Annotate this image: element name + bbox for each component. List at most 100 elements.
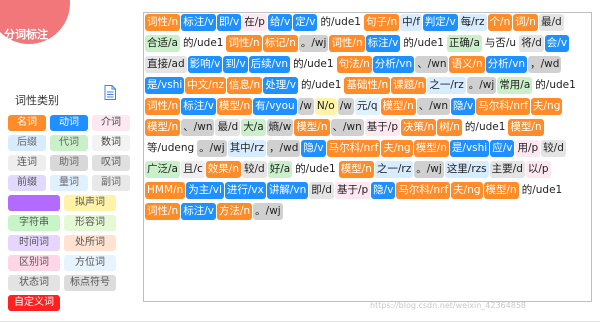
word-token[interactable]: 效果/n [205,161,241,178]
word-token[interactable]: 标注/v [181,98,216,115]
word-token[interactable]: 后续/vn [248,56,291,73]
word-token[interactable]: 个/n [487,14,513,31]
word-token[interactable]: 以/p [525,161,551,178]
word-token[interactable]: 模型/n [483,182,519,199]
word-token[interactable]: 决策/n [401,119,437,136]
word-token[interactable]: 用/p [515,140,541,157]
word-token[interactable]: 常用/a [497,77,533,94]
word-token[interactable]: 隐/v [371,182,396,199]
legend-chip[interactable]: 代词 [50,135,88,151]
word-token[interactable]: ，/wd [528,56,562,73]
legend-chip[interactable]: 处所词 [64,235,116,251]
word-token[interactable]: 词性/n [145,203,181,220]
word-token[interactable]: 之一/rz [374,161,414,178]
word-token[interactable]: 到/v [223,56,248,73]
legend-chip[interactable]: 字符串 [8,215,60,231]
word-token[interactable]: 每/rz [458,14,487,31]
word-token[interactable]: 词性/n [145,14,181,31]
word-token[interactable]: 这里/rzs [444,161,489,178]
word-token[interactable]: 大/a [241,119,266,136]
word-token[interactable]: 。/wj [466,77,497,94]
word-token[interactable]: 有/vyou [253,98,297,115]
word-token[interactable]: 较/d [541,140,566,157]
word-token[interactable]: 、/wn [416,98,451,115]
word-token[interactable]: 词性/n [226,35,262,52]
word-token[interactable]: 标注/v [365,35,401,52]
word-token[interactable]: 之一/rz [427,77,466,94]
word-token[interactable]: 句子/n [363,14,400,31]
word-token[interactable]: 模型/n [413,140,449,157]
word-token[interactable]: 最/d [215,119,241,136]
word-token[interactable]: 最/d [538,14,564,31]
legend-chip[interactable]: 助词 [50,155,88,171]
word-token[interactable]: N/o [314,98,337,115]
word-token[interactable]: 进行/vx [224,182,266,199]
annotation-panel[interactable]: 词性/n 标注/v 即/v 在/p 给/v 定/v 的/ude1 句子/n 中/f 判定/v 每/r… [143,12,592,302]
word-token[interactable]: 标记/n [262,35,298,52]
word-token[interactable]: 词性/n [145,98,181,115]
legend-chip[interactable]: 自定义词 [8,295,60,311]
word-token[interactable]: 。/wj [298,35,329,52]
word-token[interactable]: 较/d [242,161,267,178]
word-token[interactable]: 。/wj [253,203,283,220]
word-token[interactable]: 直接/ad [145,56,187,73]
word-token[interactable]: 好/a [267,161,293,178]
word-token[interactable]: 将/d [519,35,544,52]
word-token[interactable]: 、/wn [181,119,215,136]
word-token[interactable]: 课题/n [391,77,427,94]
word-token[interactable]: 会/v [544,35,570,52]
word-token[interactable]: 基于/p [364,119,400,136]
legend-chip[interactable]: 时间词 [8,235,60,251]
word-token[interactable]: 语义/n [449,56,485,73]
word-token[interactable]: 模型/n [216,98,253,115]
word-token[interactable]: 判定/v [422,14,458,31]
word-token[interactable]: 模型/n [508,119,544,136]
word-token[interactable]: 合适/a [145,35,180,52]
word-token[interactable]: 的/ude1 [519,182,565,199]
word-token[interactable]: 的/ude1 [298,77,344,94]
legend-chip[interactable]: 数词 [92,135,130,151]
word-token[interactable]: 的/ude1 [533,77,578,94]
legend-chip[interactable] [8,195,60,211]
word-token[interactable]: 。/wj [197,140,227,157]
word-token[interactable]: 夫/ng [531,98,563,115]
word-token[interactable]: 的/ude1 [293,161,338,178]
word-token[interactable]: 词性/n [329,35,365,52]
word-token[interactable]: 等/udeng [145,140,197,157]
word-token[interactable]: 的/ude1 [180,35,226,52]
word-token[interactable]: 分析/vn [372,56,415,73]
word-token[interactable]: 中/f [400,14,422,31]
word-token[interactable]: 给/v [267,14,293,31]
word-token[interactable]: HMM/n [145,182,186,199]
legend-chip[interactable]: 后缀 [8,135,46,151]
word-token[interactable]: 且/c [180,161,205,178]
word-token[interactable]: 即/v [216,14,242,31]
word-token[interactable]: 模型/n [145,119,181,136]
legend-chip[interactable]: 区别词 [8,255,60,271]
word-token[interactable]: 熵/w [266,119,294,136]
word-token[interactable]: 基础性/n [344,77,391,94]
legend-chip[interactable]: 动词 [50,115,88,131]
legend-chip[interactable]: 状态词 [8,275,60,291]
word-token[interactable]: 正确/a [446,35,482,52]
legend-chip[interactable]: 拟声词 [64,195,116,211]
word-token[interactable]: 模型/n [294,119,330,136]
word-token[interactable]: 马尔科/nrf [476,98,530,115]
legend-chip[interactable]: 方位词 [64,255,116,271]
word-token[interactable]: 是/vshi [145,77,185,94]
word-token[interactable]: 基于/p [334,182,371,199]
word-token[interactable]: 的/ude1 [318,14,363,31]
legend-chip[interactable]: 副词 [92,175,130,191]
word-token[interactable]: 信息/n [227,77,263,94]
legend-chip[interactable]: 介词 [92,115,130,131]
word-token[interactable]: 词/n [513,14,538,31]
word-token[interactable]: 在/p [242,14,267,31]
word-token[interactable]: 是/vshi [449,140,490,157]
word-token[interactable]: 隐/v [451,98,476,115]
word-token[interactable]: 为主/vl [186,182,224,199]
word-token[interactable]: 句法/n [336,56,372,73]
word-token[interactable]: 的/ude1 [291,56,336,73]
legend-chip[interactable]: 名词 [8,115,46,131]
word-token[interactable]: 隐/v [301,140,326,157]
word-token[interactable]: 马尔科/nrf [326,140,381,157]
